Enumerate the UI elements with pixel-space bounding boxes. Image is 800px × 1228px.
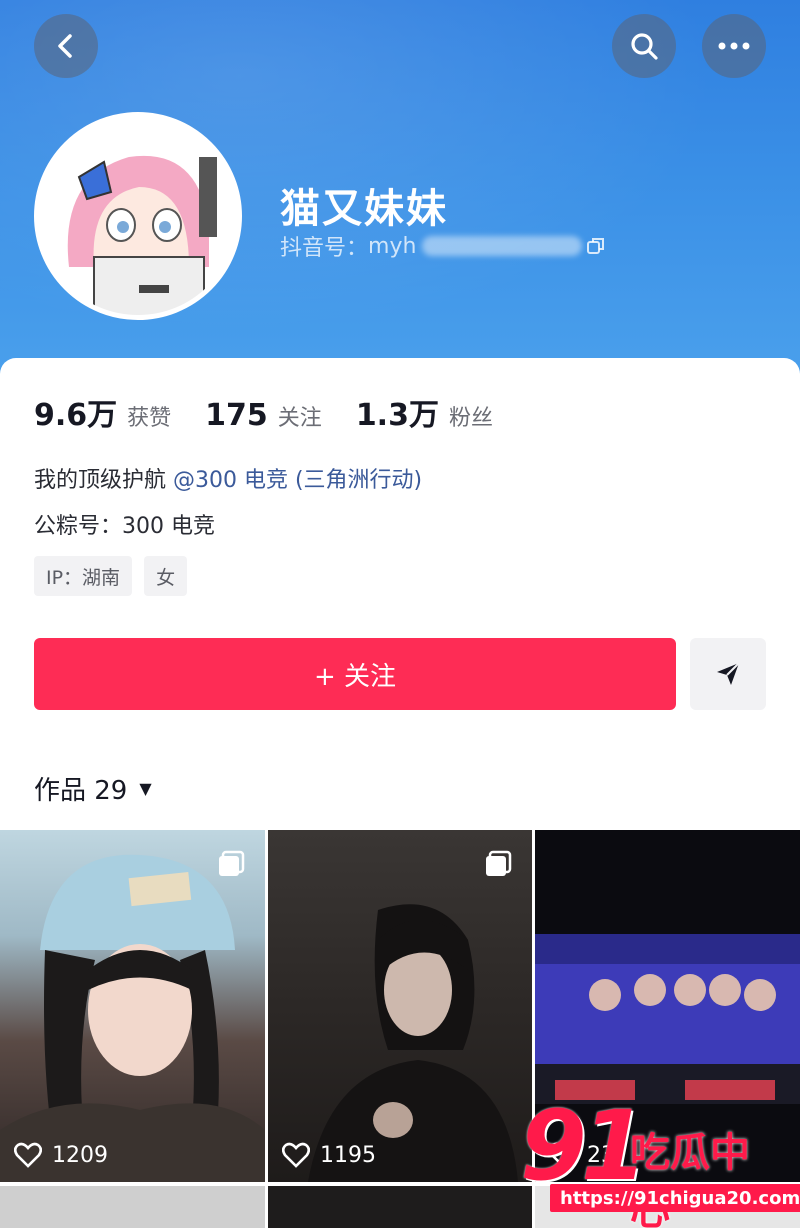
douyin-id-blurred (422, 236, 583, 256)
stat-following-value: 175 (205, 398, 268, 433)
follow-button[interactable]: + 关注 (34, 638, 676, 710)
douyin-id-row[interactable]: 抖音号： myh (280, 230, 606, 262)
work-thumbnail-image (0, 854, 265, 1182)
work-likes-count: 1195 (320, 1142, 376, 1168)
stat-followers-label: 粉丝 (448, 406, 493, 431)
more-button[interactable] (702, 14, 766, 78)
bio-line-2: 公粽号：300 电竞 (34, 514, 215, 539)
work-thumbnail-image (308, 904, 518, 1182)
profile-nickname: 猫又妹妹 (280, 186, 448, 232)
stat-likes[interactable]: 9.6万 获赞 (34, 390, 171, 434)
heart-icon (14, 1142, 42, 1168)
bio-mention-link[interactable]: @300 电竞 (三角洲行动) (173, 468, 422, 493)
works-tab[interactable]: 作品 29 ▼ (34, 770, 152, 807)
work-likes: 1195 (282, 1142, 376, 1168)
work-item[interactable]: 1195 (268, 830, 532, 1182)
anime-girl-avatar-illustration (39, 117, 237, 315)
work-likes-count: 1209 (52, 1142, 108, 1168)
stat-followers[interactable]: 1.3万 粉丝 (356, 390, 493, 434)
profile-tags: IP：湖南 女 (34, 556, 199, 596)
multi-image-icon (219, 850, 245, 876)
search-icon (631, 33, 658, 60)
douyin-id-label: 抖音号： (280, 236, 369, 261)
works-tab-label: 作品 29 (34, 776, 128, 806)
stat-likes-label: 获赞 (127, 406, 172, 431)
site-watermark: 91 吃瓜中心 https://91chigua20.com (520, 1090, 800, 1228)
bio-line-1-prefix: 我的顶级护航 (34, 468, 173, 493)
work-item[interactable] (268, 1186, 532, 1228)
stat-following[interactable]: 175 关注 (205, 398, 322, 433)
tag-ip-location: IP：湖南 (34, 556, 133, 596)
douyin-id-value: myh (368, 233, 417, 259)
chevron-left-icon (58, 34, 72, 58)
bio-line-1: 我的顶级护航 @300 电竞 (三角洲行动) (34, 462, 422, 494)
stat-likes-value: 9.6万 (34, 398, 118, 433)
work-item[interactable] (0, 1186, 265, 1228)
stat-following-label: 关注 (277, 406, 322, 431)
stat-followers-value: 1.3万 (355, 398, 439, 433)
search-button[interactable] (612, 14, 676, 78)
back-button[interactable] (34, 14, 98, 78)
tag-gender: 女 (144, 556, 188, 596)
multi-image-icon (486, 850, 512, 876)
avatar[interactable] (34, 112, 242, 320)
stats-row: 9.6万 获赞 175 关注 1.3万 粉丝 (34, 390, 527, 434)
work-item[interactable]: 1209 (0, 830, 265, 1182)
more-dots-icon (718, 42, 750, 50)
work-likes: 1209 (14, 1142, 108, 1168)
heart-icon (282, 1142, 310, 1168)
caret-down-icon: ▼ (139, 779, 152, 798)
send-arrow-icon (717, 662, 740, 685)
share-button[interactable] (690, 638, 766, 710)
watermark-url: https://91chigua20.com (550, 1184, 800, 1212)
copy-icon[interactable] (586, 236, 606, 256)
